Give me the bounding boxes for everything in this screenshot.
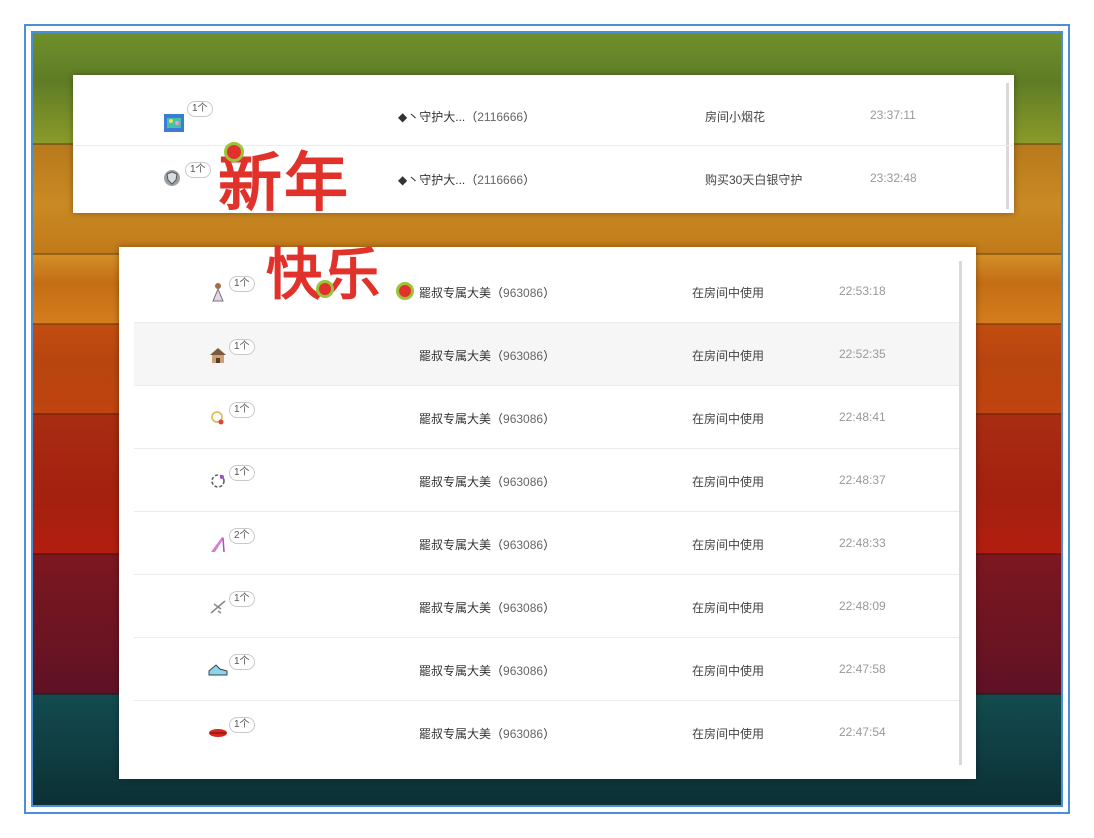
- sneaker-icon: [208, 660, 228, 680]
- table-row: 1个 罷叔专属大美（963086） 在房间中使用 22:48:09: [134, 575, 959, 638]
- high-heel-icon: [208, 534, 228, 554]
- count-badge: 1个: [229, 717, 255, 733]
- user-name[interactable]: 罷叔专属大美（963086）: [419, 662, 555, 679]
- new-year-greeting: 新年 快乐: [218, 132, 438, 322]
- count-badge: 1个: [185, 162, 211, 178]
- timestamp: 23:32:48: [870, 171, 917, 185]
- user-name[interactable]: 罷叔专属大美（963086）: [419, 536, 555, 553]
- reason-text: 房间小烟花: [705, 110, 766, 124]
- reason-text: 在房间中使用: [692, 727, 765, 741]
- table-row: 1个 罷叔专属大美（963086） 在房间中使用 22:48:37: [134, 449, 959, 512]
- lips-icon: [208, 723, 228, 743]
- top-gift-record-panel: 1个 ◆丶守护大...（2116666） 房间小烟花 23:37:11 1个 ◆…: [73, 75, 1014, 213]
- reason-text: 在房间中使用: [692, 349, 765, 363]
- reason-text: 在房间中使用: [692, 475, 765, 489]
- reason-text: 在房间中使用: [692, 538, 765, 552]
- table-row: 1个 罷叔专属大美（963086） 在房间中使用 22:47:54: [134, 701, 959, 763]
- count-badge: 1个: [229, 339, 255, 355]
- greeting-dot: [316, 280, 334, 298]
- user-name[interactable]: 罷叔专属大美（963086）: [419, 473, 555, 490]
- silver-shield-icon: [162, 168, 182, 188]
- table-row: 1个 罷叔专属大美（963086） 在房间中使用 22:52:35: [134, 323, 959, 386]
- scrollbar[interactable]: [959, 261, 962, 765]
- count-badge: 1个: [229, 465, 255, 481]
- count-badge: 2个: [229, 528, 255, 544]
- ring-icon: [208, 408, 228, 428]
- greeting-line-2: 快乐: [266, 243, 382, 308]
- reason-text: 在房间中使用: [692, 664, 765, 678]
- timestamp: 22:47:54: [839, 725, 886, 739]
- table-row: 1个 ◆丶守护大...（2116666） 购买30天白银守护 23:32:48: [73, 146, 1014, 208]
- reason-text: 购买30天白银守护: [705, 173, 803, 187]
- house-icon: [208, 345, 228, 365]
- user-name[interactable]: 罷叔专属大美（963086）: [419, 284, 555, 301]
- timestamp: 22:52:35: [839, 347, 886, 361]
- greeting-dot: [224, 142, 244, 162]
- reason-text: 在房间中使用: [692, 601, 765, 615]
- timestamp: 22:53:18: [839, 284, 886, 298]
- table-row: 1个 罷叔专属大美（963086） 在房间中使用 22:48:41: [134, 386, 959, 449]
- timestamp: 23:37:11: [870, 108, 916, 122]
- timestamp: 22:48:37: [839, 473, 886, 487]
- reason-text: 在房间中使用: [692, 286, 765, 300]
- count-badge: 1个: [229, 591, 255, 607]
- timestamp: 22:48:41: [839, 410, 886, 424]
- airplane-icon: [208, 597, 228, 617]
- reason-text: 在房间中使用: [692, 412, 765, 426]
- table-row: 1个 罷叔专属大美（963086） 在房间中使用 22:47:58: [134, 638, 959, 701]
- bracelet-icon: [208, 471, 228, 491]
- count-badge: 1个: [229, 654, 255, 670]
- timestamp: 22:47:58: [839, 662, 886, 676]
- count-badge: 1个: [187, 101, 213, 117]
- user-name[interactable]: 罷叔专属大美（963086）: [419, 599, 555, 616]
- table-row: 2个 罷叔专属大美（963086） 在房间中使用 22:48:33: [134, 512, 959, 575]
- main-gift-record-panel: 1个 罷叔专属大美（963086） 在房间中使用 22:53:18 1个 罷叔专…: [119, 247, 976, 779]
- timestamp: 22:48:33: [839, 536, 886, 550]
- user-name[interactable]: 罷叔专属大美（963086）: [419, 725, 555, 742]
- greeting-dot: [396, 282, 414, 300]
- count-badge: 1个: [229, 402, 255, 418]
- user-name[interactable]: 罷叔专属大美（963086）: [419, 347, 555, 364]
- timestamp: 22:48:09: [839, 599, 886, 613]
- table-row: 1个 ◆丶守护大...（2116666） 房间小烟花 23:37:11: [73, 83, 1014, 146]
- user-name[interactable]: ◆丶守护大...（2116666）: [398, 108, 535, 125]
- user-name[interactable]: 罷叔专属大美（963086）: [419, 410, 555, 427]
- fireworks-icon: [164, 113, 184, 133]
